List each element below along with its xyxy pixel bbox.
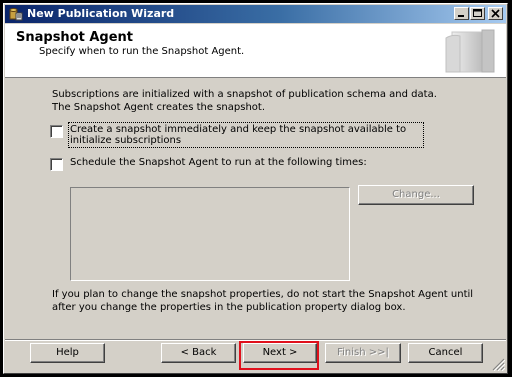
next-button-highlight bbox=[239, 341, 319, 370]
change-schedule-button[interactable]: Change... bbox=[358, 185, 474, 205]
cancel-button[interactable]: Cancel bbox=[408, 343, 483, 363]
database-publication-icon bbox=[9, 8, 23, 21]
create-snapshot-option[interactable]: Create a snapshot immediately and keep t… bbox=[50, 122, 430, 148]
window-title: New Publication Wizard bbox=[27, 7, 175, 20]
resize-grip-icon[interactable] bbox=[492, 358, 505, 371]
create-snapshot-checkbox[interactable] bbox=[50, 125, 63, 138]
schedule-agent-checkbox[interactable] bbox=[50, 158, 63, 171]
schedule-agent-label[interactable]: Schedule the Snapshot Agent to run at th… bbox=[70, 157, 367, 168]
title-bar[interactable]: New Publication Wizard bbox=[5, 5, 506, 23]
intro-text: Subscriptions are initialized with a sna… bbox=[52, 89, 437, 113]
create-snapshot-label[interactable]: Create a snapshot immediately and keep t… bbox=[68, 122, 424, 148]
maximize-icon bbox=[473, 9, 482, 17]
close-icon bbox=[491, 9, 500, 18]
minimize-button[interactable] bbox=[454, 7, 469, 20]
minimize-icon bbox=[458, 15, 464, 17]
close-button[interactable] bbox=[488, 7, 503, 20]
wizard-header: Snapshot Agent Specify when to run the S… bbox=[5, 24, 506, 78]
finish-button[interactable]: Finish >>| bbox=[325, 343, 401, 363]
page-subtitle: Specify when to run the Snapshot Agent. bbox=[39, 46, 245, 57]
schedule-agent-option[interactable]: Schedule the Snapshot Agent to run at th… bbox=[50, 157, 367, 171]
back-button[interactable]: < Back bbox=[161, 343, 236, 363]
help-button[interactable]: Help bbox=[30, 343, 105, 363]
wizard-window: New Publication Wizard Snapshot Agent Sp… bbox=[3, 3, 508, 374]
page-title: Snapshot Agent bbox=[16, 30, 134, 45]
schedule-description-box bbox=[70, 187, 350, 281]
maximize-button[interactable] bbox=[470, 7, 485, 20]
note-text: If you plan to change the snapshot prope… bbox=[52, 289, 474, 313]
wizard-banner-icon bbox=[445, 29, 495, 73]
